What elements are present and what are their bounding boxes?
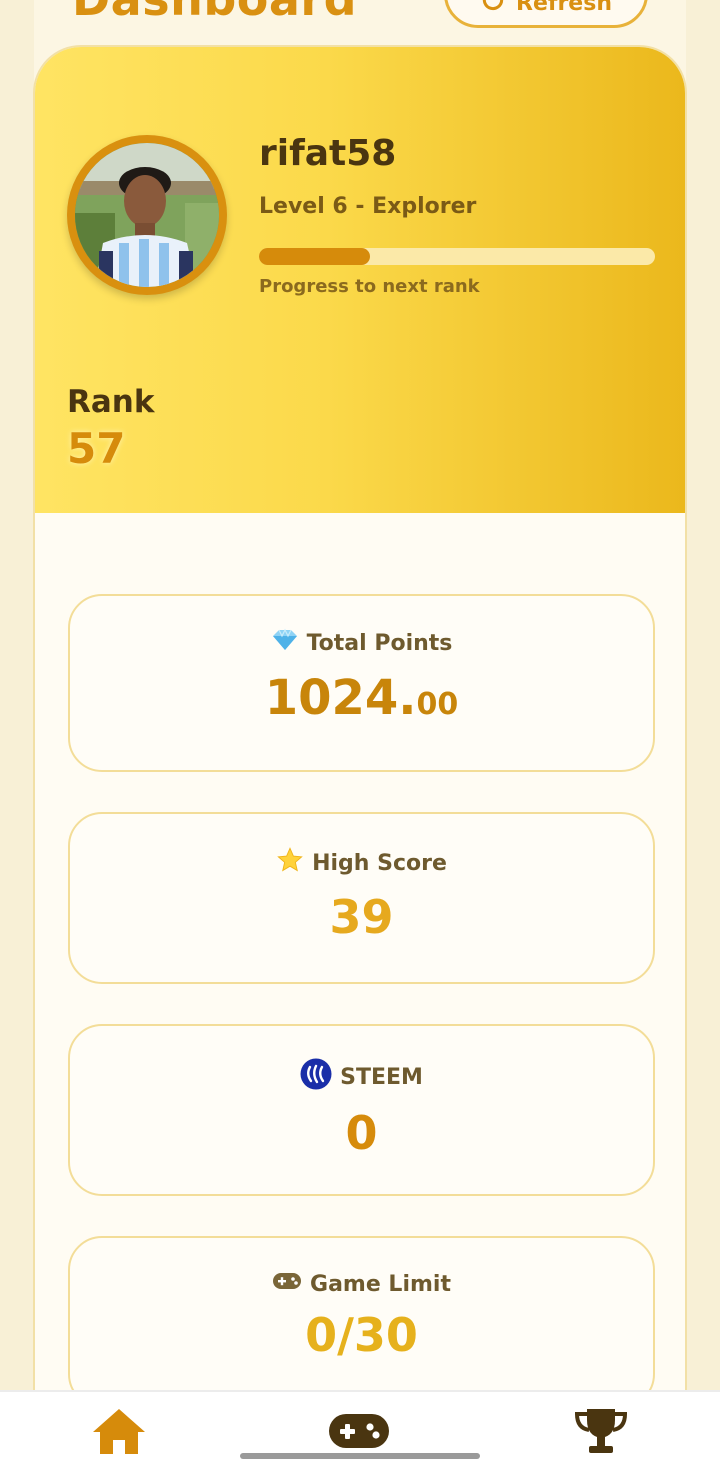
page-margin-left bbox=[0, 0, 34, 1471]
refresh-icon bbox=[480, 0, 506, 19]
total-points-header: Total Points bbox=[70, 628, 653, 658]
refresh-label: Refresh bbox=[516, 0, 612, 16]
steem-label: STEEM bbox=[340, 1064, 423, 1090]
gem-icon bbox=[271, 628, 299, 658]
game-limit-value: 0/30 bbox=[305, 1308, 418, 1362]
game-limit-card: Game Limit 0/30 bbox=[68, 1236, 655, 1408]
steem-value: 0 bbox=[345, 1106, 378, 1160]
avatar-ring bbox=[67, 135, 227, 295]
rank-progress-fill bbox=[259, 248, 370, 265]
username: rifat58 bbox=[259, 133, 397, 174]
high-score-card: High Score 39 bbox=[68, 812, 655, 984]
nav-games[interactable] bbox=[329, 1406, 389, 1460]
steem-card: STEEM 0 bbox=[68, 1024, 655, 1196]
page-title: Dashboard bbox=[72, 0, 357, 26]
gamepad-icon bbox=[328, 1412, 390, 1454]
total-points-decimal: 00 bbox=[416, 687, 459, 722]
home-icon bbox=[91, 1406, 147, 1460]
level-text: Level 6 - Explorer bbox=[259, 194, 477, 219]
refresh-button[interactable]: Refresh bbox=[444, 0, 648, 28]
gamepad-icon bbox=[272, 1270, 302, 1298]
rank-value: 57 bbox=[67, 424, 126, 473]
nav-leaderboard[interactable] bbox=[571, 1406, 631, 1460]
trophy-icon bbox=[573, 1406, 629, 1460]
total-points-card: Total Points 1024.00 bbox=[68, 594, 655, 772]
dashboard-card: rifat58 Level 6 - Explorer Progress to n… bbox=[33, 45, 687, 1445]
high-score-header: High Score bbox=[70, 846, 653, 880]
profile-hero: rifat58 Level 6 - Explorer Progress to n… bbox=[35, 47, 685, 513]
total-points-integer: 1024. bbox=[264, 670, 417, 726]
progress-label: Progress to next rank bbox=[259, 276, 480, 297]
total-points-label: Total Points bbox=[306, 630, 453, 656]
high-score-value: 39 bbox=[329, 890, 394, 944]
home-indicator bbox=[240, 1453, 480, 1459]
avatar[interactable] bbox=[75, 143, 219, 287]
rank-progress-bar bbox=[259, 248, 655, 265]
game-limit-header: Game Limit bbox=[70, 1270, 653, 1298]
game-limit-label: Game Limit bbox=[310, 1271, 451, 1297]
rank-label: Rank bbox=[67, 384, 155, 420]
page-margin-right bbox=[686, 0, 720, 1471]
high-score-label: High Score bbox=[312, 850, 447, 876]
star-icon bbox=[276, 846, 304, 880]
nav-home[interactable] bbox=[89, 1406, 149, 1460]
steem-logo-icon bbox=[300, 1058, 332, 1096]
total-points-value: 1024.00 bbox=[70, 670, 653, 726]
steem-header: STEEM bbox=[70, 1058, 653, 1096]
